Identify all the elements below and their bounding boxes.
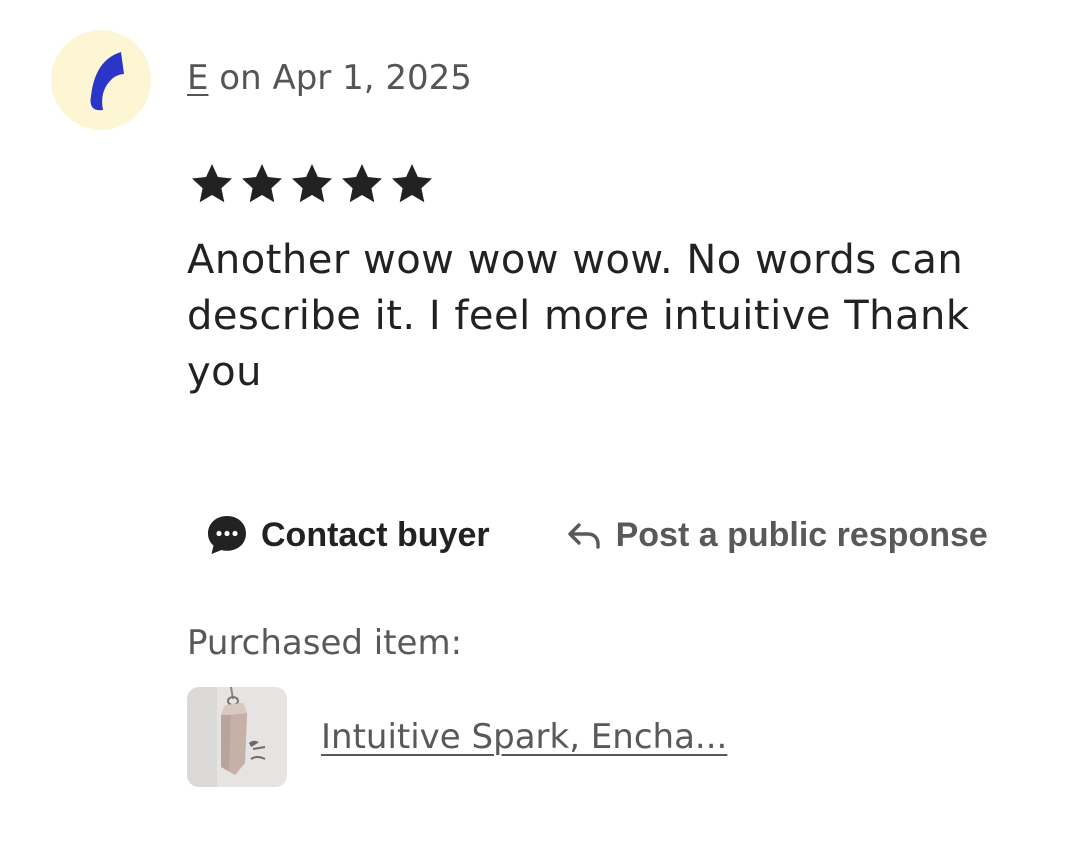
contact-buyer-label: Contact buyer [261,516,490,554]
reviewer-avatar[interactable] [51,30,151,130]
star-icon [192,164,232,203]
star-icon [342,164,382,203]
contact-buyer-button[interactable]: Contact buyer [205,505,490,565]
post-public-response-label: Post a public response [615,516,988,554]
review-meta: E on Apr 1, 2025 [187,56,472,100]
purchased-item-label: Purchased item: [187,623,463,663]
item-title-link[interactable]: Intuitive Spark, Encha... [321,714,727,760]
review-text: Another wow wow wow. No words can descri… [187,237,970,395]
reply-arrow-icon [567,523,600,549]
star-rating [187,160,437,210]
purchased-item: Intuitive Spark, Encha... [187,687,727,787]
review-date: on Apr 1, 2025 [208,58,472,98]
star-icon [392,164,432,203]
reviewer-avatar-crescent-icon [90,52,124,111]
chat-bubble-icon [208,516,246,554]
reviewer-name-link[interactable]: E [187,58,208,98]
star-icon [292,164,332,203]
crystal-pendant-image [187,687,287,787]
item-thumbnail[interactable] [187,687,287,787]
post-public-response-button[interactable]: Post a public response [566,505,988,565]
review-actions: Contact buyer Post a public response [205,505,988,565]
star-icon [242,164,282,203]
